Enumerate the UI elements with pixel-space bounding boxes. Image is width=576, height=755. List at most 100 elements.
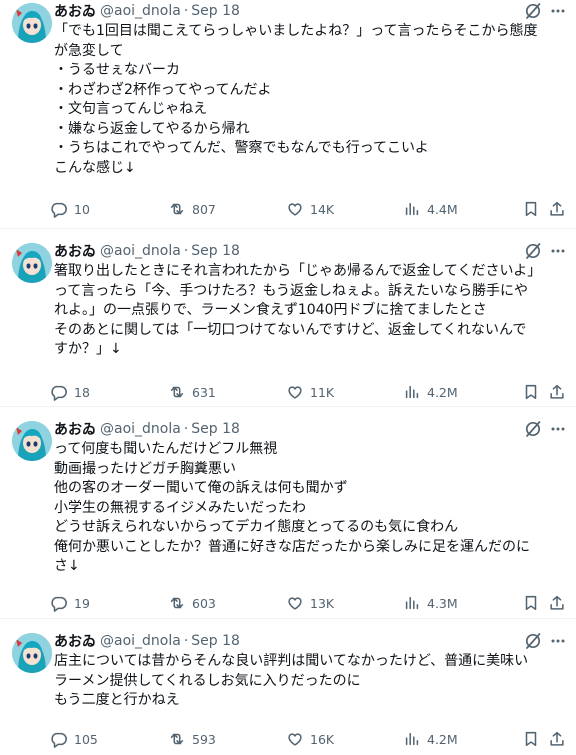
like-count: 14K bbox=[310, 201, 335, 217]
action-bar: 105 593 16K 4.2M bbox=[50, 729, 572, 749]
bookmark-icon bbox=[525, 201, 537, 217]
grok-button[interactable] bbox=[523, 631, 543, 651]
tweet-text: 店主については昔からそんな良い評判は聞いてなかったけど、普通に美味い ラーメン提供… bbox=[54, 652, 566, 711]
timestamp[interactable]: Sep 18 bbox=[191, 3, 240, 19]
share-button[interactable] bbox=[548, 593, 566, 613]
like-icon bbox=[288, 733, 302, 746]
more-button[interactable] bbox=[548, 1, 568, 21]
views-count: 4.2M bbox=[427, 731, 458, 747]
more-icon bbox=[551, 427, 565, 431]
views-button[interactable]: 4.3M bbox=[403, 593, 458, 613]
more-button[interactable] bbox=[548, 631, 568, 651]
reply-count: 10 bbox=[74, 201, 90, 217]
bookmark-icon bbox=[525, 384, 537, 400]
display-name[interactable]: あおゐ bbox=[54, 1, 96, 21]
grok-button[interactable] bbox=[523, 241, 543, 261]
bookmark-button[interactable] bbox=[522, 199, 540, 219]
display-name[interactable]: あおゐ bbox=[54, 419, 96, 439]
tweet-text: 「でも1回目は聞こえてらっしゃいましたよね？」って言ったらそこから態度 が急変して… bbox=[54, 22, 566, 178]
views-button[interactable]: 4.2M bbox=[403, 382, 458, 402]
like-button[interactable]: 13K bbox=[286, 593, 334, 613]
share-icon bbox=[550, 595, 564, 610]
bookmark-button[interactable] bbox=[522, 729, 540, 749]
reply-count: 18 bbox=[74, 384, 90, 400]
username[interactable]: @aoi_dnola bbox=[100, 3, 181, 19]
grok-icon bbox=[525, 421, 541, 437]
tweet-text-line: ・うるせぇなバーカ bbox=[54, 62, 180, 78]
grok-icon bbox=[525, 633, 541, 649]
views-icon bbox=[405, 385, 419, 399]
tweet-text-line: ・文句言ってんじゃねえ bbox=[54, 101, 208, 117]
tweet-text-line: ・うちはこれでやってんだ、警察でもなんでも行ってこいよ bbox=[54, 140, 429, 156]
like-button[interactable]: 11K bbox=[286, 382, 334, 402]
reply-button[interactable]: 10 bbox=[50, 199, 90, 219]
tweet-text-line: そのあとに関しては「一切口つけてないんですけど、返金してくれないんで bbox=[54, 321, 527, 338]
tweet-divider bbox=[0, 618, 576, 619]
avatar[interactable] bbox=[12, 633, 52, 673]
tweet-text-line: さ↓ bbox=[54, 558, 80, 574]
repost-button[interactable]: 603 bbox=[168, 593, 216, 613]
views-icon bbox=[405, 202, 419, 216]
timestamp[interactable]: Sep 18 bbox=[191, 243, 240, 259]
share-button[interactable] bbox=[548, 382, 566, 402]
reply-button[interactable]: 105 bbox=[50, 729, 98, 749]
tweet-text-line: が急変して bbox=[54, 42, 124, 59]
tweet[interactable]: あおゐ @aoi_dnola · Sep 18 って何度も聞いたんだけどフル無視 動画撮っ… bbox=[0, 418, 576, 617]
repost-icon bbox=[170, 597, 184, 609]
action-bar: 19 603 13K 4.3M bbox=[50, 593, 572, 613]
avatar[interactable] bbox=[12, 243, 52, 283]
bookmark-icon bbox=[525, 731, 537, 747]
tweet-text-line: 箸取り出したときにそれ言われたから「じゃあ帰るんで返金してくださいよ」 bbox=[54, 263, 542, 279]
like-button[interactable]: 14K bbox=[286, 199, 334, 219]
tweet-text: 箸取り出したときにそれ言われたから「じゃあ帰るんで返金してくださいよ」 って言った… bbox=[54, 262, 566, 360]
grok-button[interactable] bbox=[523, 419, 543, 439]
display-name[interactable]: あおゐ bbox=[54, 631, 96, 651]
reply-count: 19 bbox=[74, 595, 90, 611]
share-button[interactable] bbox=[548, 199, 566, 219]
views-button[interactable]: 4.2M bbox=[403, 729, 458, 749]
more-button[interactable] bbox=[548, 419, 568, 439]
tweet-text-line: 動画撮ったけどガチ胸糞悪い bbox=[54, 460, 236, 477]
tweet-divider bbox=[0, 228, 576, 229]
repost-count: 593 bbox=[192, 731, 216, 747]
separator-dot: · bbox=[183, 3, 189, 19]
timestamp[interactable]: Sep 18 bbox=[191, 633, 240, 649]
tweet[interactable]: あおゐ @aoi_dnola · Sep 18 店主については昔からそんな良い評判は聞い… bbox=[0, 630, 576, 753]
reply-button[interactable]: 18 bbox=[50, 382, 90, 402]
repost-icon bbox=[170, 203, 184, 215]
tweet-text: って何度も聞いたんだけどフル無視 動画撮ったけどガチ胸糞悪い 他の客のオーダー聞いて… bbox=[54, 440, 566, 577]
repost-count: 807 bbox=[192, 201, 216, 217]
like-icon bbox=[288, 203, 302, 216]
timestamp[interactable]: Sep 18 bbox=[191, 421, 240, 437]
display-name[interactable]: あおゐ bbox=[54, 241, 96, 261]
avatar[interactable] bbox=[12, 421, 52, 461]
bookmark-button[interactable] bbox=[522, 382, 540, 402]
repost-count: 603 bbox=[192, 595, 216, 611]
grok-icon bbox=[525, 3, 541, 19]
reply-icon bbox=[51, 732, 67, 748]
username[interactable]: @aoi_dnola bbox=[100, 421, 181, 437]
repost-button[interactable]: 593 bbox=[168, 729, 216, 749]
views-icon bbox=[405, 596, 419, 610]
repost-button[interactable]: 631 bbox=[168, 382, 216, 402]
like-button[interactable]: 16K bbox=[286, 729, 334, 749]
repost-button[interactable]: 807 bbox=[168, 199, 216, 219]
username[interactable]: @aoi_dnola bbox=[100, 243, 181, 259]
tweet-text-line: ・嫌なら返金してやるから帰れ bbox=[54, 120, 250, 137]
repost-icon bbox=[170, 386, 184, 398]
tweet-text-line: どうせ訴えられないからってデカイ態度とってるのも気に食わん bbox=[54, 519, 459, 535]
avatar[interactable] bbox=[12, 3, 52, 43]
grok-button[interactable] bbox=[523, 1, 543, 21]
tweet-text-line: 俺何か悪いことしたか？普通に好きな店だったから楽しみに足を運んだのに bbox=[54, 538, 530, 555]
tweet[interactable]: あおゐ @aoi_dnola · Sep 18 箸取り出したときにそれ言われたから「じゃ… bbox=[0, 240, 576, 406]
tweet[interactable]: あおゐ @aoi_dnola · Sep 18 「でも1回目は聞こえてらっしゃいましたよ… bbox=[0, 0, 576, 223]
tweet-header: あおゐ @aoi_dnola · Sep 18 bbox=[54, 631, 240, 651]
views-button[interactable]: 4.4M bbox=[403, 199, 458, 219]
views-count: 4.3M bbox=[427, 595, 458, 611]
more-button[interactable] bbox=[548, 241, 568, 261]
username[interactable]: @aoi_dnola bbox=[100, 633, 181, 649]
tweet-header: あおゐ @aoi_dnola · Sep 18 bbox=[54, 1, 240, 21]
bookmark-button[interactable] bbox=[522, 593, 540, 613]
reply-button[interactable]: 19 bbox=[50, 593, 90, 613]
share-button[interactable] bbox=[548, 729, 566, 749]
